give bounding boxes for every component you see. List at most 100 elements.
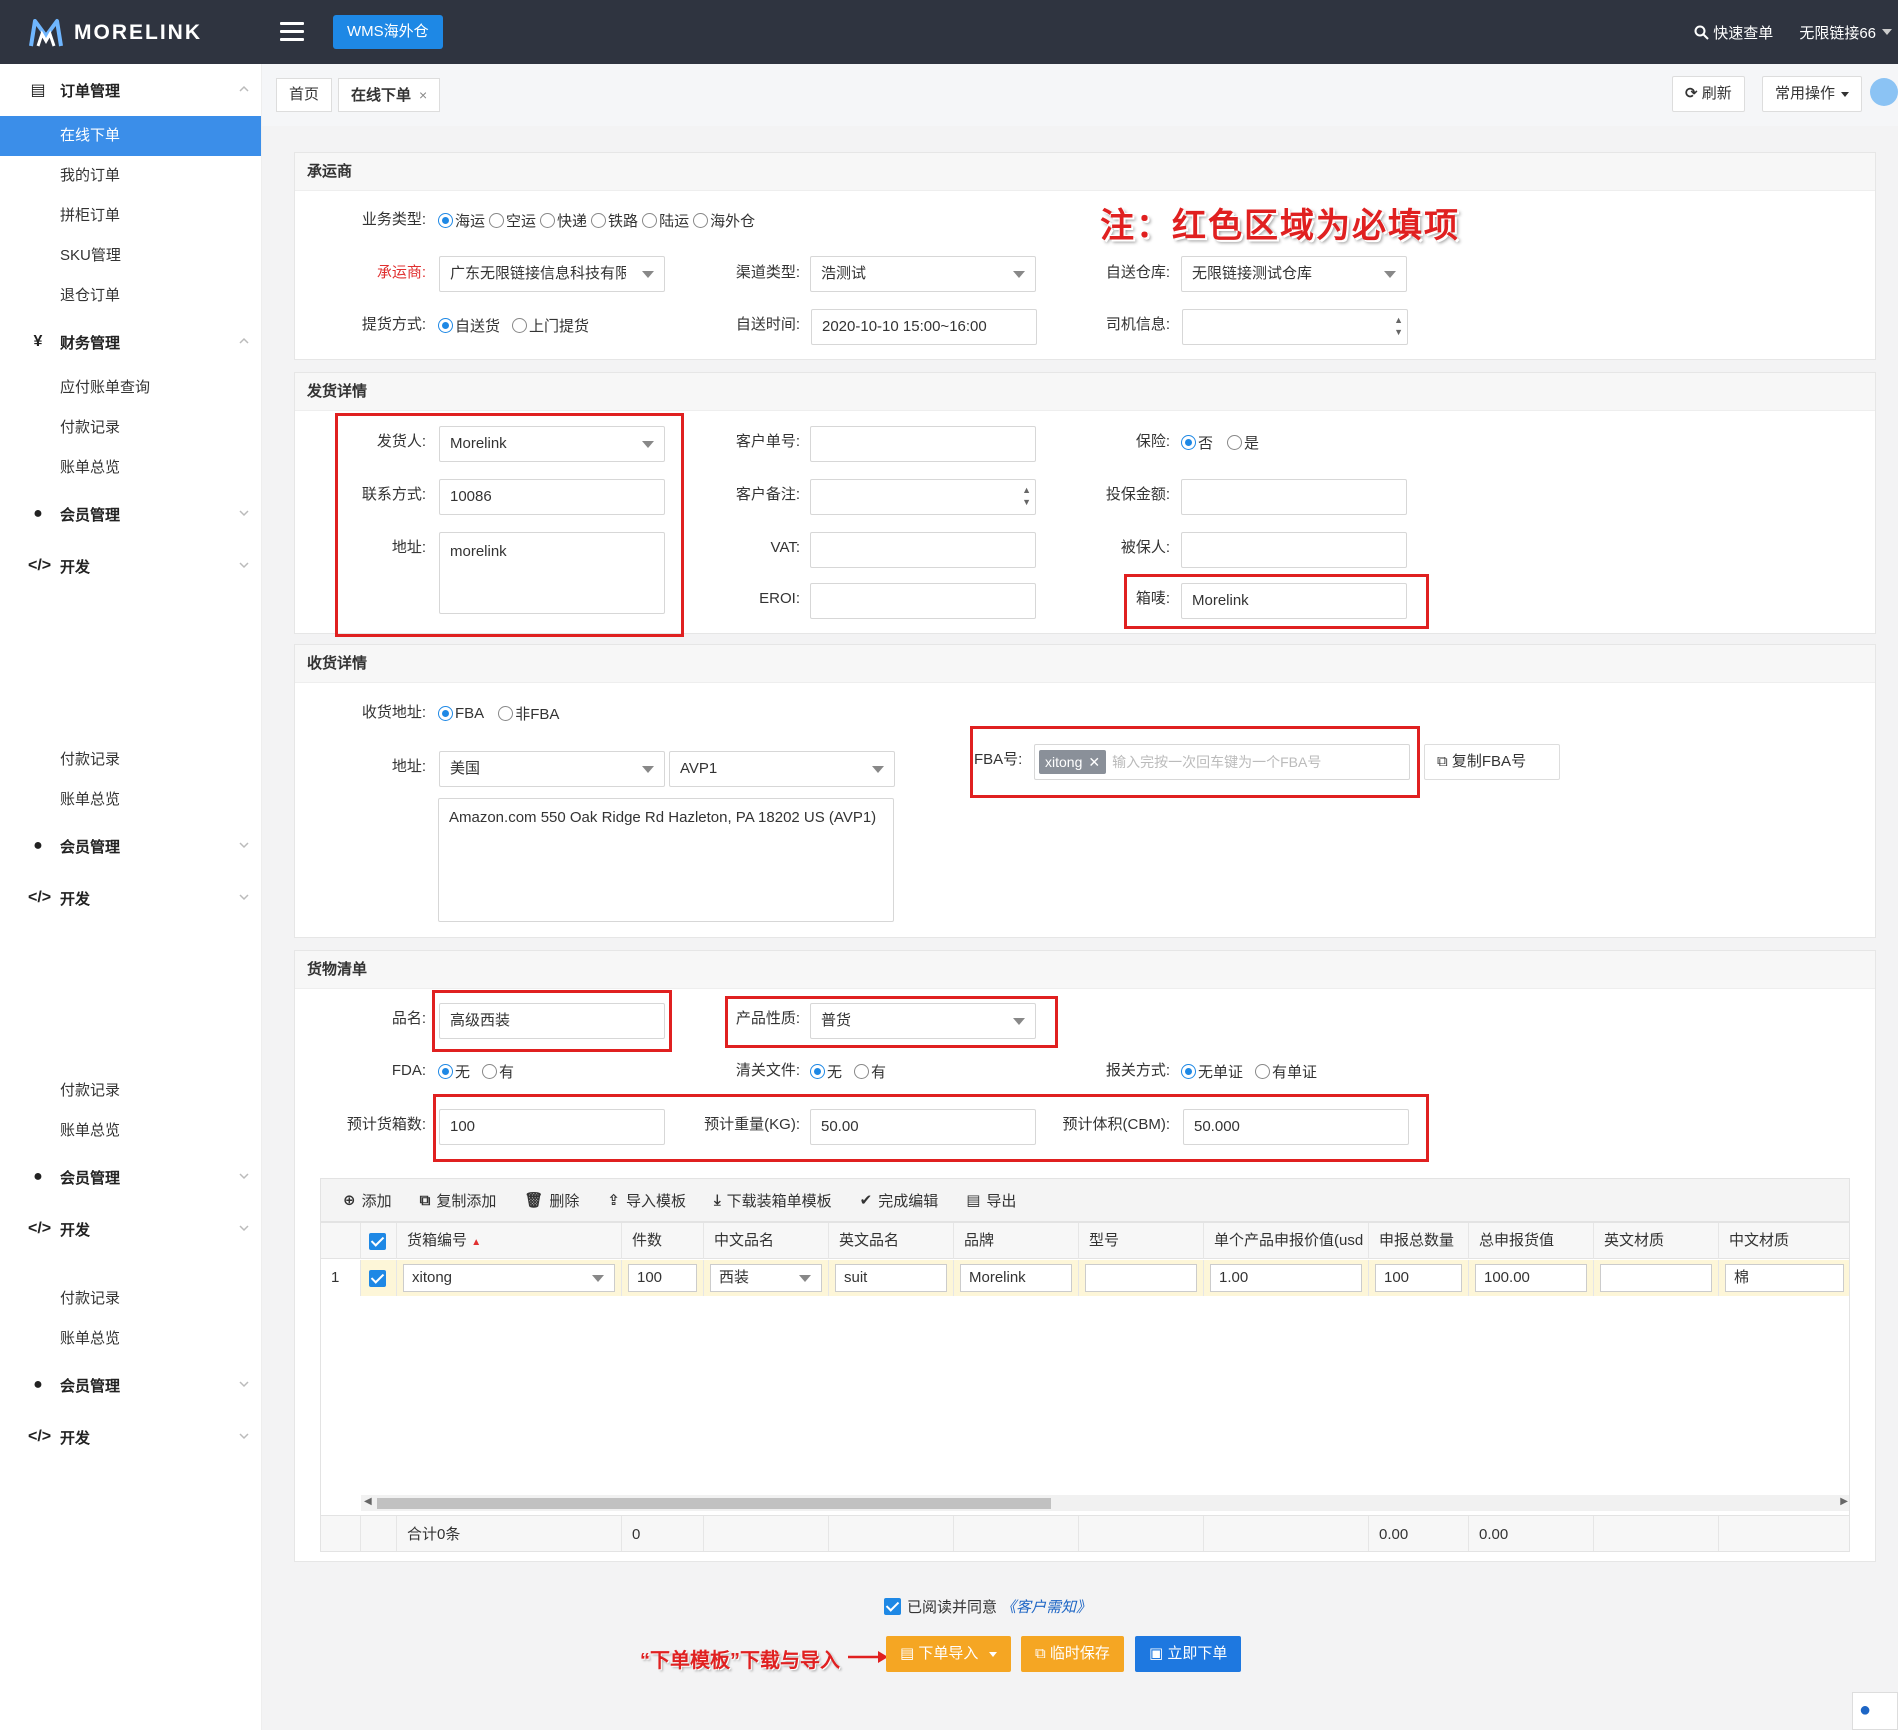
user-menu[interactable]: 无限链接66 xyxy=(1799,22,1892,43)
sidebar-item-payables[interactable]: 应付账单查询 xyxy=(0,368,261,408)
customer-no-input[interactable] xyxy=(810,426,1036,462)
product-nature-select[interactable]: 普货 xyxy=(810,1003,1036,1039)
close-icon[interactable]: × xyxy=(419,87,427,103)
en-name-input[interactable]: suit xyxy=(835,1264,947,1292)
tab-home[interactable]: 首页 xyxy=(276,78,333,112)
col-box-no[interactable]: 货箱编号 ▲ xyxy=(397,1223,622,1259)
copy-add-button[interactable]: ⧉ 复制添加 xyxy=(420,1190,497,1211)
radio-rail[interactable]: 铁路 xyxy=(591,210,638,231)
common-ops-button[interactable]: 常用操作 xyxy=(1762,76,1863,112)
copy-fba-button[interactable]: ⧉ 复制FBA号 xyxy=(1424,744,1560,780)
radio-clearance-yes[interactable]: 有 xyxy=(854,1061,886,1082)
radio-land[interactable]: 陆运 xyxy=(642,210,689,231)
import-template-button[interactable]: ⇪ 导入模板 xyxy=(607,1190,686,1211)
insured-amount-input[interactable] xyxy=(1181,479,1407,515)
radio-sea[interactable]: 海运 xyxy=(438,210,485,231)
unit-value-input[interactable]: 1.00 xyxy=(1210,1264,1362,1292)
sidebar-item-bill-overview[interactable]: 账单总览 xyxy=(0,448,261,488)
radio-fba[interactable]: FBA xyxy=(438,705,484,722)
radio-no-document[interactable]: 无单证 xyxy=(1181,1061,1243,1082)
channel-select[interactable]: 浩测试 xyxy=(810,256,1036,292)
contact-input[interactable]: 10086 xyxy=(439,479,665,515)
finish-edit-button[interactable]: ✔ 完成编辑 xyxy=(860,1190,939,1211)
refresh-button[interactable]: ⟳ 刷新 xyxy=(1672,76,1745,112)
weight-input[interactable]: 50.00 xyxy=(810,1109,1036,1145)
temp-save-button[interactable]: ⧉ 临时保存 xyxy=(1021,1636,1124,1672)
sidebar-item-bill-overview[interactable]: 账单总览 xyxy=(0,1111,261,1151)
radio-with-document[interactable]: 有单证 xyxy=(1255,1061,1317,1082)
fba-warehouse-select[interactable]: AVP1 xyxy=(669,751,895,787)
sidebar-item-payments[interactable]: 付款记录 xyxy=(0,408,261,448)
row-checkbox[interactable] xyxy=(361,1260,397,1296)
radio-express[interactable]: 快递 xyxy=(540,210,587,231)
sidebar-group-finance[interactable]: ¥ 财务管理 xyxy=(0,316,261,368)
eori-input[interactable] xyxy=(810,583,1036,619)
sidebar-item-return-orders[interactable]: 退仓订单 xyxy=(0,276,261,316)
scrollbar-thumb[interactable] xyxy=(377,1498,1051,1509)
agree-checkbox[interactable] xyxy=(884,1598,901,1615)
scroll-right-icon[interactable]: ▶ xyxy=(1840,1496,1848,1507)
sidebar-group-dev[interactable]: </> 开发 xyxy=(0,872,261,924)
assistant-avatar-icon[interactable] xyxy=(1870,78,1898,106)
fba-tags-input[interactable]: xitong ✕ 输入完按一次回车键为一个FBA号 xyxy=(1034,744,1410,780)
customer-note-input[interactable]: ▲ ▼ xyxy=(810,479,1036,515)
sidebar-item-my-orders[interactable]: 我的订单 xyxy=(0,156,261,196)
en-material-input[interactable] xyxy=(1600,1264,1712,1292)
horizontal-scrollbar[interactable]: ◀ ▶ xyxy=(361,1495,1849,1511)
radio-insurance-yes[interactable]: 是 xyxy=(1227,432,1259,453)
warehouse-select[interactable]: 无限链接测试仓库 xyxy=(1181,256,1407,292)
radio-fda-yes[interactable]: 有 xyxy=(482,1061,514,1082)
wms-warehouse-button[interactable]: WMS海外仓 xyxy=(333,15,443,49)
add-row-button[interactable]: ⊕ 添加 xyxy=(343,1190,392,1211)
menu-toggle-icon[interactable] xyxy=(280,22,304,42)
chat-widget[interactable]: ● xyxy=(1852,1692,1898,1730)
sidebar-group-dev[interactable]: </> 开发 xyxy=(0,540,261,592)
import-order-button[interactable]: ▤ 下单导入 xyxy=(886,1636,1011,1672)
sidebar-group-member[interactable]: ● 会员管理 xyxy=(0,1151,261,1203)
sender-address-textarea[interactable]: morelink xyxy=(439,532,665,614)
sender-select[interactable]: Morelink xyxy=(439,426,665,462)
carrier-select[interactable]: 广东无限链接信息科技有限 xyxy=(439,256,665,292)
tab-online-order[interactable]: 在线下单 × xyxy=(338,78,441,112)
radio-door-pickup[interactable]: 上门提货 xyxy=(512,315,589,336)
sidebar-item-container-orders[interactable]: 拼柜订单 xyxy=(0,196,261,236)
select-all-checkbox[interactable] xyxy=(361,1223,397,1259)
driver-input[interactable]: ▲ ▼ xyxy=(1182,309,1408,345)
delete-button[interactable]: 🗑 删除 xyxy=(524,1190,579,1211)
box-no-select[interactable]: xitong xyxy=(403,1264,615,1292)
sidebar-item-payments[interactable]: 付款记录 xyxy=(0,1071,261,1111)
sidebar-item-bill-overview[interactable]: 账单总览 xyxy=(0,780,261,820)
sidebar-item-sku[interactable]: SKU管理 xyxy=(0,236,261,276)
radio-insurance-no[interactable]: 否 xyxy=(1181,432,1213,453)
sidebar-item-payments[interactable]: 付款记录 xyxy=(0,1279,261,1319)
tag-close-icon[interactable]: ✕ xyxy=(1088,754,1100,770)
radio-overseas-warehouse[interactable]: 海外仓 xyxy=(693,210,755,231)
insured-person-input[interactable] xyxy=(1181,532,1407,568)
customer-notice-link[interactable]: 《客户需知》 xyxy=(1001,1596,1091,1617)
delivery-time-input[interactable]: 2020-10-10 15:00~16:00 xyxy=(811,309,1037,345)
brand-input[interactable]: Morelink xyxy=(960,1264,1072,1292)
submit-order-button[interactable]: ▣ 立即下单 xyxy=(1135,1636,1242,1672)
radio-clearance-no[interactable]: 无 xyxy=(810,1061,842,1082)
box-mark-input[interactable]: Morelink xyxy=(1181,583,1407,619)
scroll-left-icon[interactable]: ◀ xyxy=(364,1496,372,1507)
product-name-input[interactable]: 高级西装 xyxy=(439,1003,665,1039)
total-qty-input[interactable]: 100 xyxy=(1375,1264,1462,1292)
logo[interactable]: MORELINK xyxy=(28,16,202,50)
radio-self-delivery[interactable]: 自送货 xyxy=(438,315,500,336)
sidebar-group-member[interactable]: ● 会员管理 xyxy=(0,488,261,540)
cn-name-select[interactable]: 西装 xyxy=(710,1264,822,1292)
download-template-button[interactable]: ⤓ 下载装箱单模板 xyxy=(714,1190,832,1211)
sidebar-group-dev[interactable]: </> 开发 xyxy=(0,1411,261,1463)
qty-input[interactable]: 100 xyxy=(628,1264,697,1292)
sidebar-group-dev[interactable]: </> 开发 xyxy=(0,1203,261,1255)
sidebar-item-online-order[interactable]: 在线下单 xyxy=(0,116,261,156)
radio-air[interactable]: 空运 xyxy=(489,210,536,231)
full-address-textarea[interactable]: Amazon.com 550 Oak Ridge Rd Hazleton, PA… xyxy=(438,798,894,922)
total-value-input[interactable]: 100.00 xyxy=(1475,1264,1587,1292)
sidebar-item-bill-overview[interactable]: 账单总览 xyxy=(0,1319,261,1359)
vat-input[interactable] xyxy=(810,532,1036,568)
cn-material-input[interactable]: 棉 xyxy=(1725,1264,1844,1292)
sidebar-group-member[interactable]: ● 会员管理 xyxy=(0,1359,261,1411)
model-input[interactable] xyxy=(1085,1264,1197,1292)
